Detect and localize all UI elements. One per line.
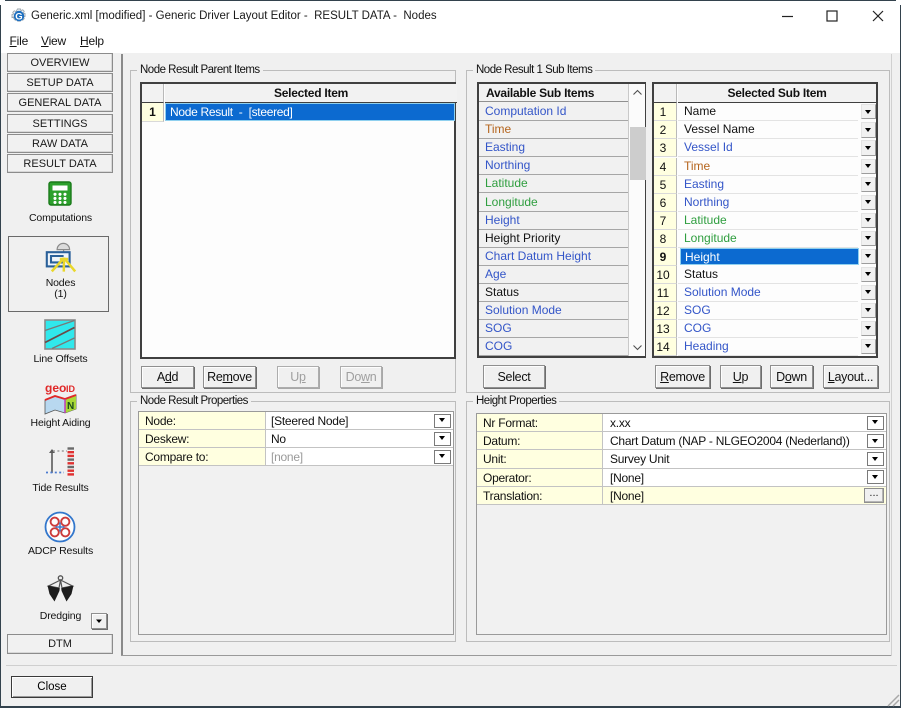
svg-text:N: N — [67, 401, 74, 412]
svg-text:G: G — [15, 11, 22, 22]
svg-text:ID: ID — [66, 384, 76, 394]
svg-text:geo: geo — [45, 381, 66, 395]
